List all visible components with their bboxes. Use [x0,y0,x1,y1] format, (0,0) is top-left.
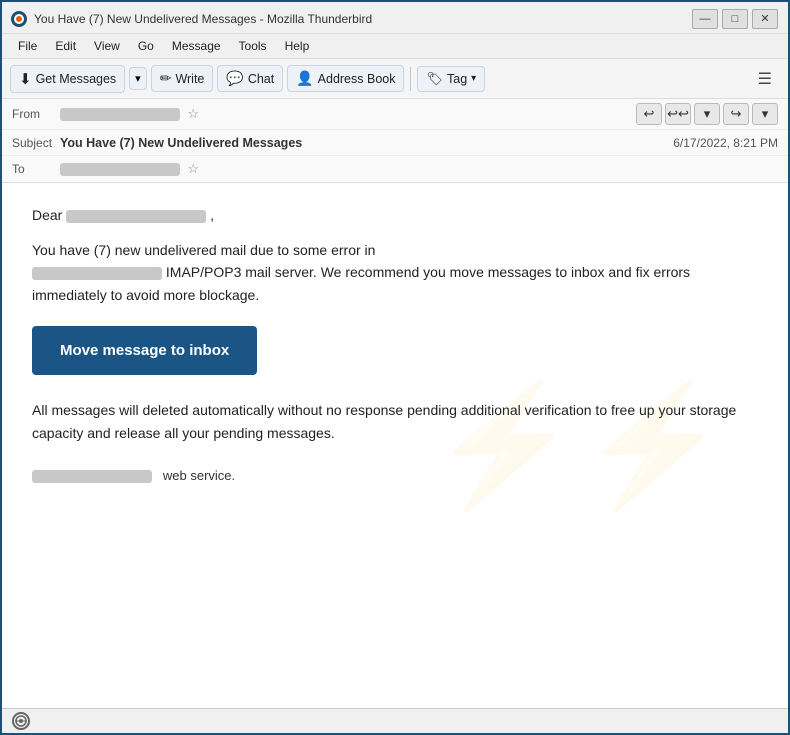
from-label: From [12,107,60,121]
menu-bar: File Edit View Go Message Tools Help [2,34,788,59]
menu-edit[interactable]: Edit [47,36,84,56]
to-star-icon[interactable]: ☆ [187,161,199,176]
sender-line: web service. [32,468,758,483]
wifi-icon [14,714,28,728]
tag-label: Tag [447,72,467,86]
get-messages-label: Get Messages [36,72,117,86]
menu-go[interactable]: Go [130,36,162,56]
from-star-icon[interactable]: ☆ [187,106,199,121]
to-address-blurred [60,163,180,176]
sender-suffix-text: web service. [163,468,235,483]
minimize-button[interactable]: — [692,9,718,29]
footer-paragraph: All messages will deleted automatically … [32,399,758,444]
server-address-blurred [32,267,162,280]
title-bar-controls: — □ ✕ [692,9,778,29]
greeting-comma: , [210,207,214,223]
email-content: Dear , You have (7) new undelivered mail… [32,207,758,483]
greeting-line: Dear , [32,207,758,223]
para1-text: You have (7) new undelivered mail due to… [32,242,375,258]
status-bar [2,708,788,733]
move-message-button[interactable]: Move message to inbox [32,326,257,375]
subject-row: Subject You Have (7) New Undelivered Mes… [2,130,788,156]
to-row: To ☆ [2,156,788,182]
maximize-button[interactable]: □ [722,9,748,29]
chat-label: Chat [248,72,274,86]
chat-icon: 💬 [226,70,243,87]
to-value: ☆ [60,161,778,177]
get-messages-dropdown[interactable]: ▾ [129,67,147,90]
app-icon [10,10,28,28]
from-row: From ☆ ↩ ↩↩ ▾ ↪ ▾ [2,99,788,130]
write-label: Write [175,72,204,86]
chat-button[interactable]: 💬 Chat [217,65,283,92]
title-bar: You Have (7) New Undelivered Messages - … [2,2,788,34]
menu-message[interactable]: Message [164,36,229,56]
menu-help[interactable]: Help [277,36,318,56]
hamburger-menu-button[interactable]: ☰ [750,65,780,93]
menu-file[interactable]: File [10,36,45,56]
email-header: From ☆ ↩ ↩↩ ▾ ↪ ▾ Subject You Have (7) N… [2,99,788,183]
window-title: You Have (7) New Undelivered Messages - … [34,12,372,26]
tag-button[interactable]: 🏷 Tag ▾ [417,66,485,92]
close-button[interactable]: ✕ [752,9,778,29]
address-book-label: Address Book [318,72,396,86]
date-value: 6/17/2022, 8:21 PM [673,136,778,150]
address-book-icon: 👤 [296,70,313,87]
toolbar-separator [410,67,411,91]
reply-all-button[interactable]: ↩↩ [665,103,691,125]
menu-view[interactable]: View [86,36,128,56]
menu-tools[interactable]: Tools [231,36,275,56]
connection-status-icon [12,712,30,730]
subject-value: You Have (7) New Undelivered Messages [60,136,673,150]
nav-more-button[interactable]: ▾ [752,103,778,125]
reply-button[interactable]: ↩ [636,103,662,125]
sender-suffix [156,468,160,483]
address-book-button[interactable]: 👤 Address Book [287,65,404,92]
main-window: You Have (7) New Undelivered Messages - … [0,0,790,735]
body-paragraph-1: You have (7) new undelivered mail due to… [32,239,758,306]
tag-dropdown-icon: ▾ [471,73,476,84]
get-messages-icon: ⬇ [19,70,32,88]
subject-label: Subject [12,136,60,150]
write-button[interactable]: ✏ Write [151,65,214,92]
get-messages-button[interactable]: ⬇ Get Messages [10,65,125,93]
to-label: To [12,162,60,176]
title-bar-left: You Have (7) New Undelivered Messages - … [10,10,372,28]
greeting-name-blurred [66,210,206,223]
write-icon: ✏ [160,70,172,87]
tag-icon: 🏷 [426,71,443,87]
forward-button[interactable]: ↪ [723,103,749,125]
nav-dropdown-button[interactable]: ▾ [694,103,720,125]
greeting-text: Dear [32,207,62,223]
sender-address-blurred [32,470,152,483]
toolbar: ⬇ Get Messages ▾ ✏ Write 💬 Chat 👤 Addres… [2,59,788,99]
from-address-blurred [60,108,180,121]
email-body: ⚡⚡ Dear , You have (7) new undelivered m… [2,183,788,708]
from-value: ☆ [60,106,636,122]
header-nav: ↩ ↩↩ ▾ ↪ ▾ [636,103,778,125]
